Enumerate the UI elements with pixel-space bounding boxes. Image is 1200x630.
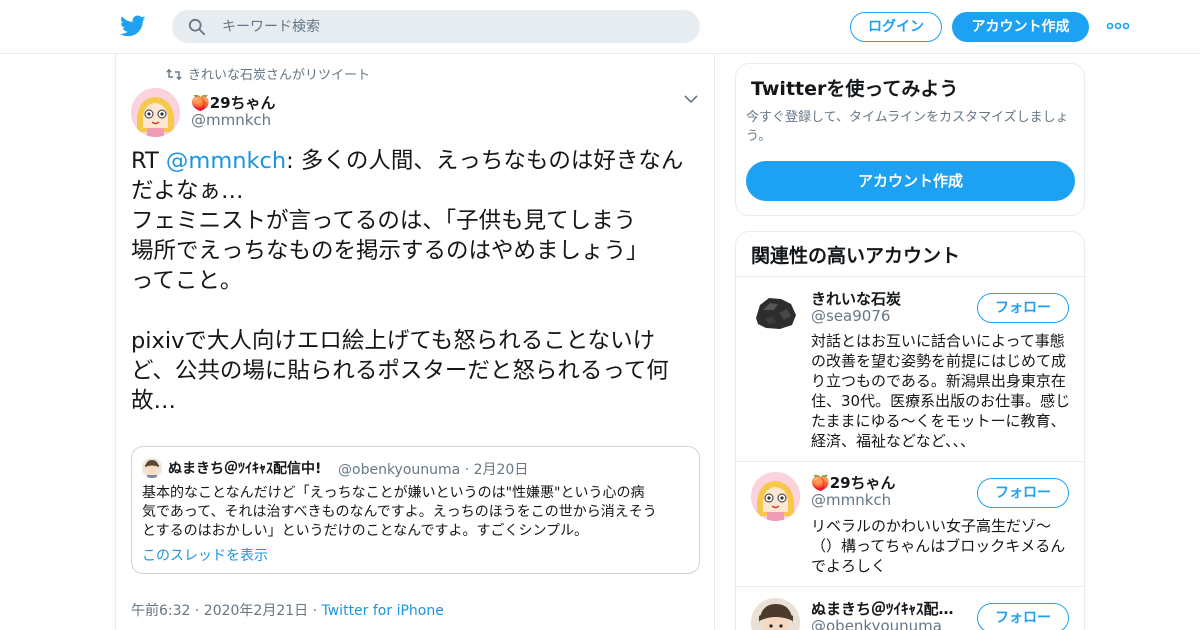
tweet-text: RT @mmnkch: 多くの人間、えっちなものは好きなん だよなぁ… フェミニ… [131, 146, 711, 416]
search-icon [188, 18, 206, 36]
retweet-context[interactable]: きれいな石炭さんがリツイート [166, 64, 370, 83]
tweet-text-line: フェミニストが言ってるのは、「子供も見てしまう [131, 208, 637, 234]
bio-line: （）構ってちゃんはブロックキメるん [811, 537, 1066, 555]
account-bio: 対話とはお互いに話合いによって事態 の改善を望む姿勢を前提にはじめて成 り立つも… [811, 331, 1073, 451]
person-avatar-icon [751, 598, 800, 630]
tweet-text-line: 場所でえっちなものを掲示するのはやめましょう」 [131, 238, 649, 264]
login-button[interactable]: ログイン [850, 12, 942, 42]
account-name[interactable]: きれいな石炭 [811, 288, 901, 309]
bio-line: 住、30代。医療系出版のお仕事。感じ [811, 392, 1071, 410]
bio-line: り立つものである。新潟県出身東京在 [811, 372, 1066, 390]
related-accounts-card: 関連性の高いアカウント きれいな石炭 @sea9076 フォロー 対話とはお互い… [735, 231, 1085, 630]
create-account-button[interactable]: アカウント作成 [746, 161, 1075, 201]
quote-avatar [142, 458, 162, 478]
account-handle[interactable]: @sea9076 [811, 307, 890, 325]
tweet-text-line: pixivで大人向けエロ絵上げても怒られることないけ [131, 328, 656, 354]
mention-link[interactable]: @mmnkch [166, 148, 286, 174]
rt-prefix: RT [131, 148, 166, 174]
client-link[interactable]: Twitter for iPhone [322, 603, 444, 619]
anime-girl-avatar-icon [751, 472, 800, 521]
account-bio: リベラルのかわいい女子高生だゾ〜 （）構ってちゃんはブロックキメるん でよろしく [811, 516, 1073, 576]
tweet-author-handle[interactable]: @mmnkch [191, 111, 271, 129]
quote-text-line: 気であって、それは治すべきものなんですよ。えっちのほうをこの世から消えそう [142, 504, 657, 520]
bio-line: 経済、福祉などなど、、、 [811, 432, 975, 450]
account-avatar[interactable] [751, 472, 800, 521]
timestamp[interactable]: 午前6:32 · 2020年2月21日 · [131, 603, 322, 619]
retweet-icon [166, 68, 182, 81]
signup-card-title: Twitterを使ってみよう [751, 78, 959, 100]
quoted-tweet[interactable]: ぬまきち＠ﾂｲｷｬｽ配信中! @obenkyounuma · 2月20日 基本的… [131, 446, 700, 574]
bio-line: 対話とはお互いに話合いによって事態 [811, 332, 1065, 350]
account-name-text: 29ちゃん [829, 474, 896, 492]
account-handle[interactable]: @mmnkch [811, 491, 891, 509]
search-input[interactable] [222, 10, 682, 43]
coal-rock-avatar-icon [751, 288, 800, 337]
avatar[interactable] [131, 88, 180, 137]
account-avatar[interactable] [751, 288, 800, 337]
follow-button[interactable]: フォロー [977, 478, 1069, 508]
signup-button[interactable]: アカウント作成 [952, 12, 1089, 42]
tweet-text-line: 故… [131, 388, 177, 414]
tweet-author-name[interactable]: 🍑29ちゃん [191, 92, 276, 113]
bio-line: でよろしく [811, 557, 887, 575]
description-line: う。 [746, 129, 772, 144]
person-avatar-icon [142, 458, 162, 478]
chevron-down-icon[interactable] [684, 94, 698, 104]
bio-line: たままにゆる〜くをモットーに教育、 [811, 412, 1066, 430]
tweet-text-line: : 多くの人間、えっちなものは好きなん [286, 148, 684, 174]
follow-button[interactable]: フォロー [977, 293, 1069, 323]
bio-line: リベラルのかわいい女子高生だゾ〜 [811, 517, 1052, 535]
tweet-text-blank-line [131, 296, 711, 326]
quote-author-handle: @obenkyounuma · 2月20日 [338, 459, 528, 479]
signup-card-description: 今すぐ登録して、タイムラインをカスタマイズしましょ う。 [746, 108, 1078, 146]
dot-separator: · [464, 462, 470, 478]
more-dots-icon[interactable] [1106, 18, 1130, 34]
account-handle[interactable]: @obenkyounuma [811, 617, 942, 630]
related-account-item[interactable]: 🍑29ちゃん @mmnkch フォロー リベラルのかわいい女子高生だゾ〜 （）構… [736, 462, 1084, 587]
quote-text-line: 基本的なことなんだけど「えっちなことが嫌いというのは"性嫌悪"という心の病 [142, 485, 645, 501]
related-accounts-title: 関連性の高いアカウント [751, 245, 961, 267]
bio-line: の改善を望む姿勢を前提にはじめて成 [811, 352, 1067, 370]
top-navigation-bar: ログイン アカウント作成 [0, 0, 1200, 54]
peach-emoji: 🍑 [811, 474, 830, 492]
quote-text-line: とするのはおかしい」というだけのことなんですよ。すごくシンプル。 [142, 523, 589, 539]
quote-text: 基本的なことなんだけど「えっちなことが嫌いというのは"性嫌悪"という心の病 気で… [142, 484, 692, 541]
signup-card: Twitterを使ってみよう 今すぐ登録して、タイムラインをカスタマイズしましょ… [735, 63, 1085, 216]
account-name[interactable]: ぬまきち＠ﾂｲｷｬｽ配… [811, 598, 954, 619]
quote-author-name: ぬまきち＠ﾂｲｷｬｽ配信中! [168, 461, 322, 477]
quote-date: 2月20日 [473, 462, 529, 478]
tweet-text-line: ってこと。 [131, 268, 243, 294]
quote-handle-text: @obenkyounuma [338, 462, 461, 478]
related-account-item[interactable]: きれいな石炭 @sea9076 フォロー 対話とはお互いに話合いによって事態 の… [736, 277, 1084, 462]
search-box[interactable] [172, 10, 700, 43]
show-thread-link[interactable]: このスレッドを表示 [142, 545, 268, 565]
tweet-column: きれいな石炭さんがリツイート 🍑29ちゃん @mmnkch RT @mmnkch… [115, 54, 715, 630]
description-line: 今すぐ登録して、タイムラインをカスタマイズしましょ [746, 110, 1069, 125]
peach-emoji: 🍑 [191, 94, 210, 112]
retweet-context-label: きれいな石炭さんがリツイート [188, 68, 371, 83]
tweet-text-line: ど、公共の場に貼られるポスターだと怒られるって何 [131, 358, 669, 384]
account-avatar[interactable] [751, 598, 800, 630]
anime-girl-avatar-icon [131, 88, 180, 137]
author-name-text: 29ちゃん [209, 94, 276, 112]
account-name[interactable]: 🍑29ちゃん [811, 472, 896, 493]
related-account-item[interactable]: ぬまきち＠ﾂｲｷｬｽ配… @obenkyounuma フォロー [736, 587, 1084, 630]
follow-button[interactable]: フォロー [977, 603, 1069, 630]
twitter-bird-icon[interactable] [120, 13, 146, 39]
tweet-text-line: だよなぁ… [131, 178, 244, 204]
tweet-metadata: 午前6:32 · 2020年2月21日 · Twitter for iPhone [131, 600, 444, 620]
